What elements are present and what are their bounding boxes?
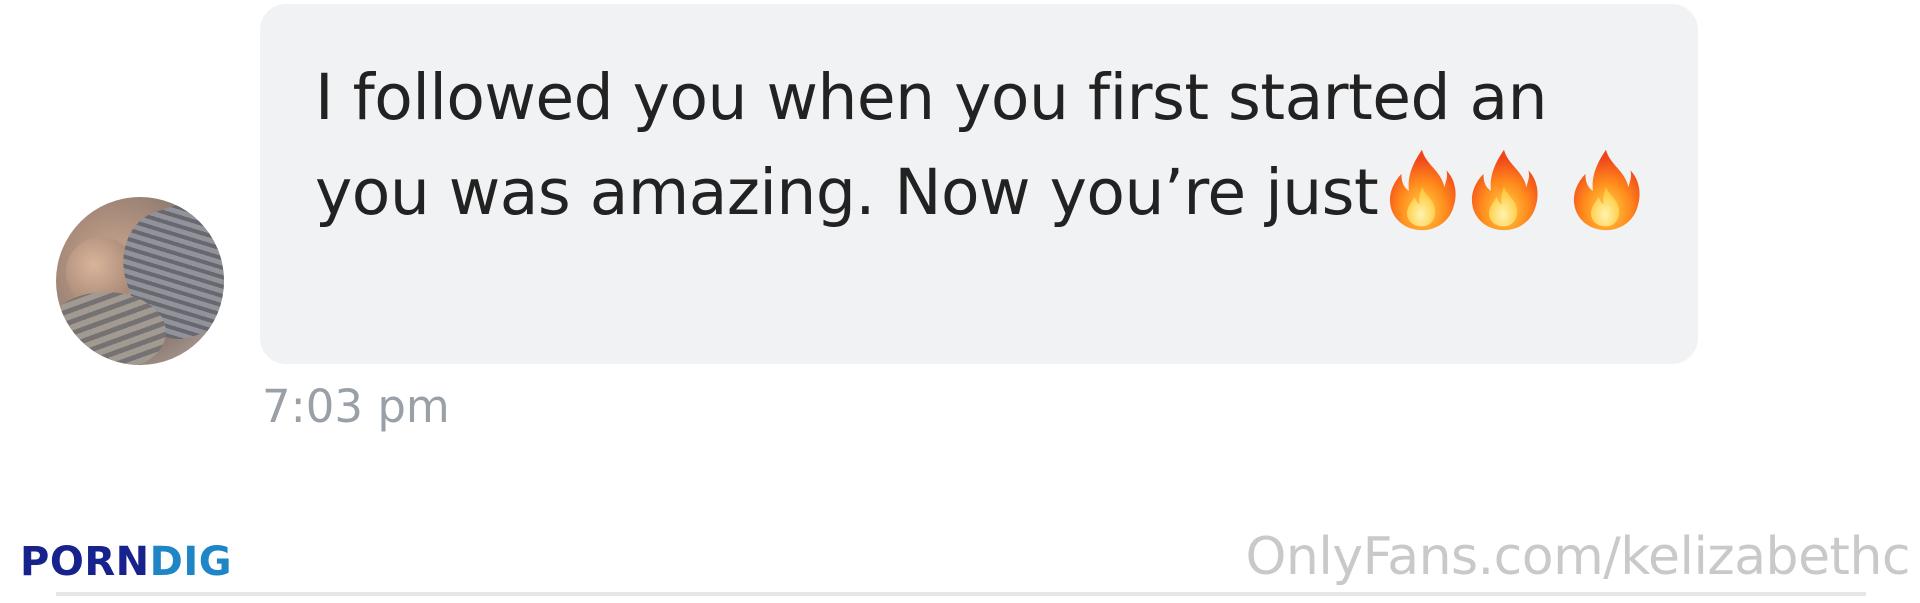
chat-screenshot: I followed you when you first started an… [0, 0, 1920, 603]
message-timestamp: 7:03 pm [262, 380, 450, 433]
message-bubble[interactable]: I followed you when you first started an… [260, 4, 1698, 364]
watermark-logo: PORNDIG [20, 539, 232, 585]
fire-icon [1466, 146, 1542, 232]
message-text-block: I followed you when you first started an… [315, 50, 1644, 240]
avatar[interactable] [56, 197, 224, 365]
bottom-divider [56, 592, 1866, 596]
watermark-url: OnlyFans.com/kelizabethc [1245, 527, 1910, 587]
fire-icon [1384, 146, 1460, 232]
fire-icon [1568, 146, 1644, 232]
watermark-logo-part2: DIG [149, 539, 233, 585]
watermark-logo-part1: PORN [20, 539, 150, 585]
message-text: I followed you when you first started an… [315, 61, 1548, 229]
